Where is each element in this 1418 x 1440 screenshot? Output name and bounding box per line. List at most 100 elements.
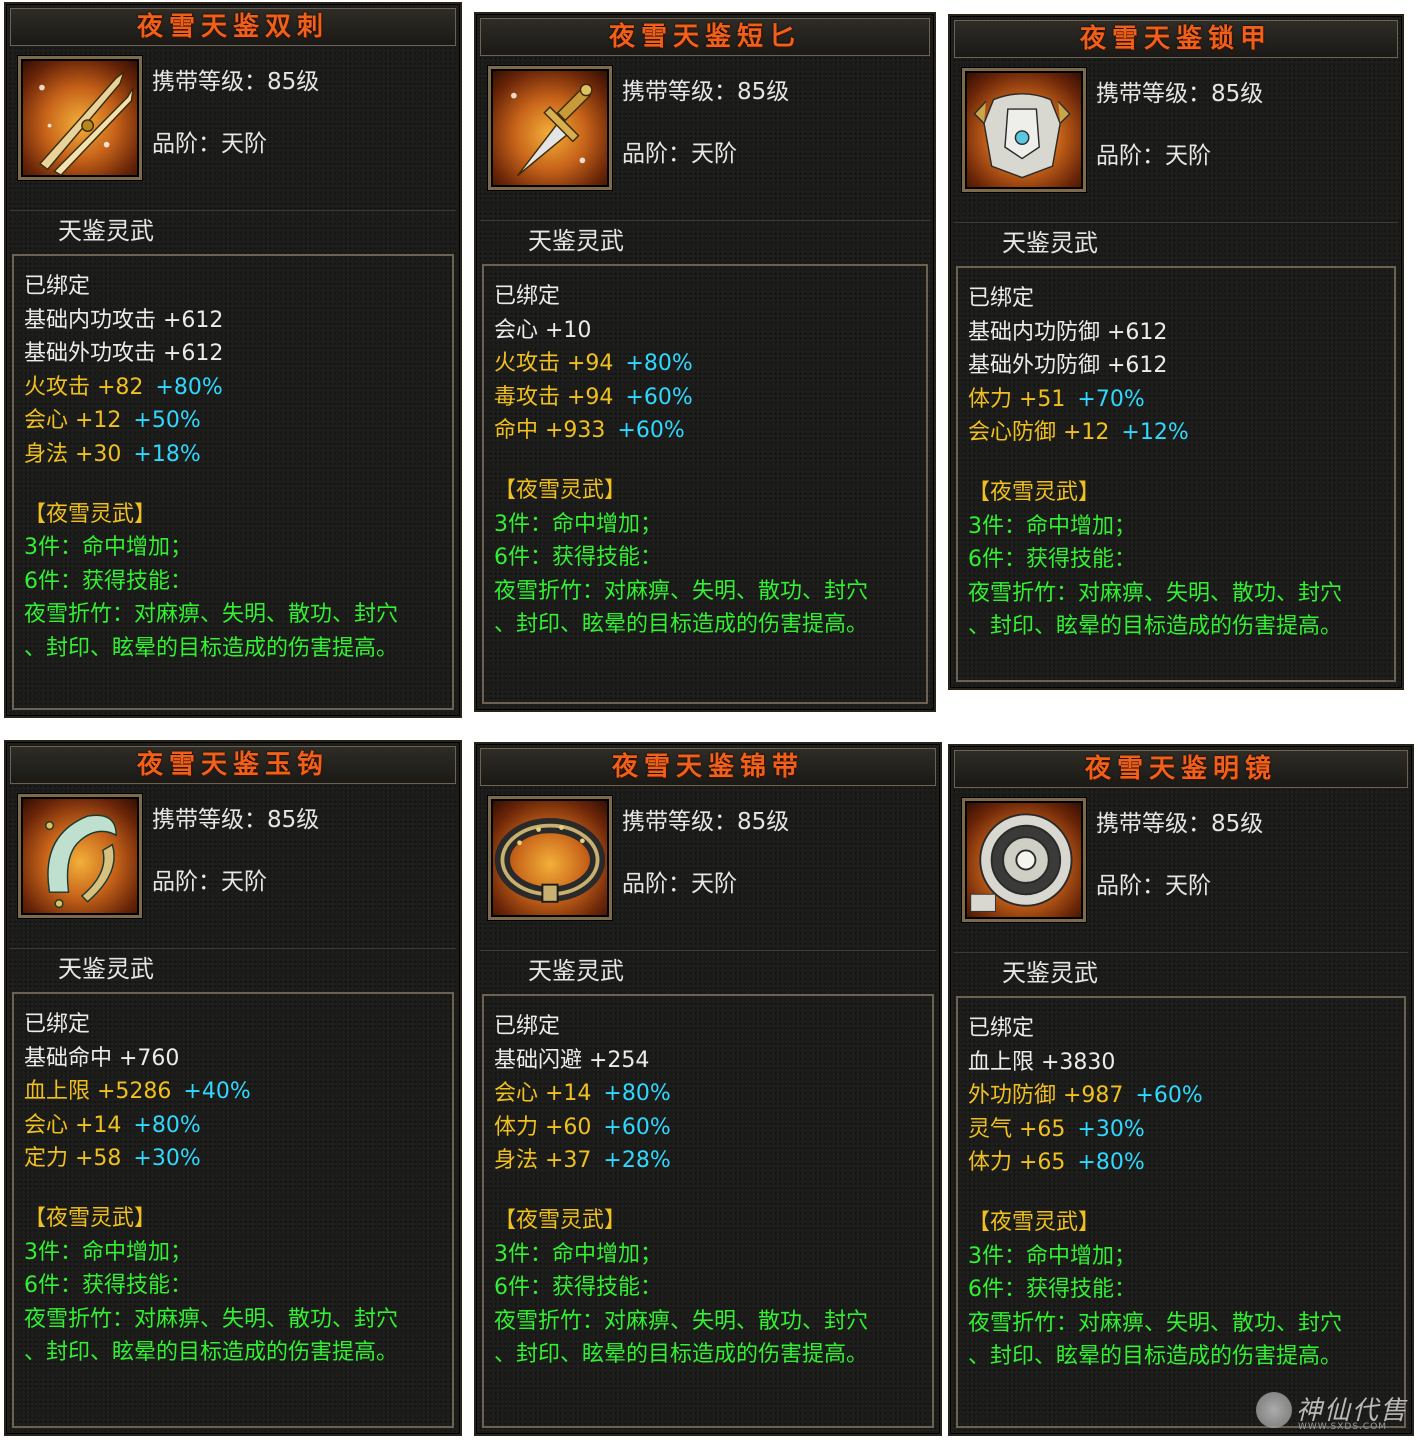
belt-icon — [488, 796, 612, 920]
item-tooltip-card: 夜雪天鉴玉钩 携带等级：85级 品阶：天阶 天鉴灵武 已绑定 基础命中 +760 血上限 +… — [4, 740, 462, 1436]
stat-line: 基础外功防御 +612 — [968, 349, 1394, 383]
stat-line: 火攻击 +82 +80% — [24, 371, 452, 405]
set-name: 【夜雪灵武】 — [968, 479, 1101, 505]
stat-value: 会心 +12 — [24, 408, 122, 434]
item-title: 夜雪天鉴锦带 — [480, 748, 936, 786]
item-info-panel: 携带等级：85级 品阶：天阶 — [954, 62, 1398, 222]
item-grade: 品阶：天阶 — [1096, 873, 1211, 899]
item-grade: 品阶：天阶 — [152, 131, 267, 157]
stat-line: 基础外功攻击 +612 — [24, 337, 452, 371]
set-bonus-3: 3件：命中增加； — [24, 1239, 192, 1265]
stat-value: 基础闪避 +254 — [494, 1047, 650, 1073]
set-name: 【夜雪灵武】 — [494, 1207, 627, 1233]
item-detail-panel: 已绑定 基础内功攻击 +612 基础外功攻击 +612 火攻击 +82 +80% 会心 +… — [12, 254, 454, 710]
set-skill-line-2: 、封印、眩晕的目标造成的伤害提高。 — [24, 1340, 399, 1366]
item-info-panel: 携带等级：85级 品阶：天阶 — [10, 788, 456, 948]
stat-bonus: +28% — [603, 1148, 671, 1174]
stat-line: 定力 +58 +30% — [24, 1142, 452, 1176]
bound-status: 已绑定 — [24, 274, 91, 299]
stat-bonus: +60% — [1135, 1083, 1203, 1109]
stat-value: 身法 +30 — [24, 441, 122, 467]
stat-bonus: +60% — [617, 418, 685, 444]
stat-value: 体力 +51 — [968, 386, 1066, 412]
bound-status: 已绑定 — [24, 1012, 91, 1037]
set-skill-line-1: 夜雪折竹：对麻痹、失明、散功、封穴 — [24, 1306, 399, 1332]
stat-value: 血上限 +3830 — [968, 1049, 1116, 1075]
stat-value: 体力 +65 — [968, 1150, 1066, 1176]
stat-bonus: +50% — [133, 408, 201, 434]
item-series: 天鉴灵武 — [954, 952, 1408, 996]
item-title: 夜雪天鉴双刺 — [10, 8, 456, 46]
set-bonus-3: 3件：命中增加； — [494, 1241, 662, 1267]
set-skill-line-1: 夜雪折竹：对麻痹、失明、散功、封穴 — [24, 602, 399, 628]
set-bonus-6: 6件：获得技能： — [494, 545, 662, 571]
carry-level: 携带等级：85级 — [1096, 811, 1264, 837]
stat-bonus: +80% — [133, 1112, 201, 1138]
stat-bonus: +30% — [133, 1146, 201, 1172]
stat-line: 基础命中 +760 — [24, 1042, 452, 1076]
item-info-panel: 携带等级：85级 品阶：天阶 — [480, 60, 930, 220]
set-skill-line-1: 夜雪折竹：对麻痹、失明、散功、封穴 — [494, 1308, 869, 1334]
carry-level: 携带等级：85级 — [152, 69, 320, 95]
stat-value: 会心 +10 — [494, 317, 592, 343]
stat-bonus: +12% — [1121, 420, 1189, 446]
set-bonus-6: 6件：获得技能： — [24, 568, 192, 594]
stat-value: 基础内功防御 +612 — [968, 319, 1168, 345]
stat-bonus: +80% — [155, 374, 223, 400]
stat-value: 基础内功攻击 +612 — [24, 307, 224, 333]
item-tooltip-card: 夜雪天鉴双刺 携带等级：85级 品阶：天阶 天鉴灵武 已绑定 基础内功攻击 +612 基础外… — [4, 2, 462, 718]
stat-line: 命中 +933 +60% — [494, 414, 926, 448]
stat-line: 火攻击 +94 +80% — [494, 347, 926, 381]
set-skill-line-2: 、封印、眩晕的目标造成的伤害提高。 — [24, 635, 399, 661]
stat-line: 外功防御 +987 +60% — [968, 1079, 1404, 1113]
stat-line: 会心 +14 +80% — [494, 1077, 932, 1111]
set-skill-line-2: 、封印、眩晕的目标造成的伤害提高。 — [968, 1344, 1343, 1370]
set-bonus-3: 3件：命中增加； — [968, 1243, 1136, 1269]
stat-line: 会心 +14 +80% — [24, 1109, 452, 1143]
stat-line: 灵气 +65 +30% — [968, 1113, 1404, 1147]
stat-value: 命中 +933 — [494, 418, 606, 444]
item-grade: 品阶：天阶 — [152, 869, 267, 895]
item-info-panel: 携带等级：85级 品阶：天阶 — [480, 790, 936, 950]
stat-line: 体力 +60 +60% — [494, 1111, 932, 1145]
carry-level: 携带等级：85级 — [152, 807, 320, 833]
set-bonus-3: 3件：命中增加； — [968, 513, 1136, 539]
stat-value: 身法 +37 — [494, 1148, 592, 1174]
stat-bonus: +80% — [1077, 1150, 1145, 1176]
stat-value: 毒攻击 +94 — [494, 384, 614, 410]
item-detail-panel: 已绑定 基础内功防御 +612 基础外功防御 +612 体力 +51 +70% 会心防御 … — [956, 266, 1396, 682]
stat-value: 火攻击 +94 — [494, 351, 614, 377]
site-watermark: 神仙代售 WWW.SXDS.COM — [1254, 1390, 1410, 1434]
item-tooltip-card: 夜雪天鉴锁甲 携带等级：85级 品阶：天阶 天鉴灵武 已绑定 基础内功防御 +612 基础外… — [948, 14, 1404, 690]
stat-line: 会心 +10 — [494, 314, 926, 348]
stat-value: 灵气 +65 — [968, 1116, 1066, 1142]
stat-line: 会心 +12 +50% — [24, 404, 452, 438]
item-series: 天鉴灵武 — [954, 222, 1398, 266]
jade-hook-icon — [18, 794, 142, 918]
item-title: 夜雪天鉴玉钩 — [10, 746, 456, 784]
set-skill-line-1: 夜雪折竹：对麻痹、失明、散功、封穴 — [968, 580, 1343, 606]
item-detail-panel: 已绑定 血上限 +3830 外功防御 +987 +60% 灵气 +65 +30% 体力 +6… — [956, 996, 1406, 1428]
set-bonus-6: 6件：获得技能： — [494, 1275, 662, 1301]
set-name: 【夜雪灵武】 — [968, 1209, 1101, 1235]
set-name: 【夜雪灵武】 — [494, 477, 627, 503]
stat-line: 体力 +51 +70% — [968, 383, 1394, 417]
stat-value: 基础外功攻击 +612 — [24, 341, 224, 367]
set-name: 【夜雪灵武】 — [24, 501, 157, 527]
carry-level: 携带等级：85级 — [622, 79, 790, 105]
stat-value: 会心防御 +12 — [968, 420, 1110, 446]
set-bonus-3: 3件：命中增加； — [494, 511, 662, 537]
item-grade: 品阶：天阶 — [622, 141, 737, 167]
dagger-icon — [488, 66, 612, 190]
item-title: 夜雪天鉴明镜 — [954, 750, 1408, 788]
item-tooltip-card: 夜雪天鉴短匕 携带等级：85级 品阶：天阶 天鉴灵武 已绑定 会心 +10 火攻击 +94 +… — [474, 12, 936, 712]
stat-line: 血上限 +3830 — [968, 1046, 1404, 1080]
stat-value: 血上限 +5286 — [24, 1079, 172, 1105]
stat-value: 基础外功防御 +612 — [968, 353, 1168, 379]
item-title: 夜雪天鉴锁甲 — [954, 20, 1398, 58]
stat-line: 身法 +37 +28% — [494, 1144, 932, 1178]
bound-status: 已绑定 — [494, 284, 561, 309]
stat-line: 毒攻击 +94 +60% — [494, 381, 926, 415]
item-series: 天鉴灵武 — [10, 948, 456, 992]
stat-line: 基础内功攻击 +612 — [24, 304, 452, 338]
